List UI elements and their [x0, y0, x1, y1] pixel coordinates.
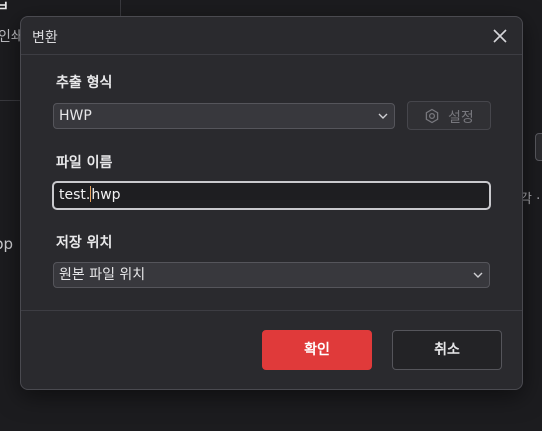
- filename-value-start: test.: [59, 187, 91, 203]
- dialog-title: 변환: [32, 30, 58, 46]
- footer-divider: [21, 310, 522, 311]
- background-text: pp: [0, 235, 14, 253]
- filename-input[interactable]: test.hwp: [52, 181, 491, 210]
- filename-label: 파일 이름: [56, 155, 113, 171]
- dialog-header: 변환: [21, 17, 522, 55]
- settings-button-label: 설정: [448, 110, 474, 126]
- location-select-value: 원본 파일 위치: [59, 267, 146, 283]
- chevron-down-icon: [378, 113, 388, 119]
- format-select-value: HWP: [59, 108, 92, 124]
- filename-value-end: hwp: [91, 187, 121, 203]
- background-button: [535, 133, 542, 161]
- ok-button[interactable]: 확인: [262, 330, 372, 370]
- cancel-button[interactable]: 취소: [392, 330, 502, 370]
- gear-icon: [425, 108, 439, 124]
- close-icon: [493, 29, 507, 43]
- settings-button[interactable]: 설정: [407, 101, 491, 130]
- background-text: 각 ·: [520, 192, 541, 207]
- format-label: 추출 형식: [56, 75, 113, 91]
- location-label: 저장 위치: [56, 235, 113, 251]
- background-heading: ㅂ: [0, 0, 9, 15]
- convert-dialog: 변환 추출 형식 HWP 설정 파일 이름 test.hwp 저장 위치 원본 …: [20, 16, 523, 390]
- close-button[interactable]: [490, 26, 510, 46]
- chevron-down-icon: [473, 272, 483, 278]
- format-select[interactable]: HWP: [53, 103, 395, 129]
- location-select[interactable]: 원본 파일 위치: [53, 262, 490, 288]
